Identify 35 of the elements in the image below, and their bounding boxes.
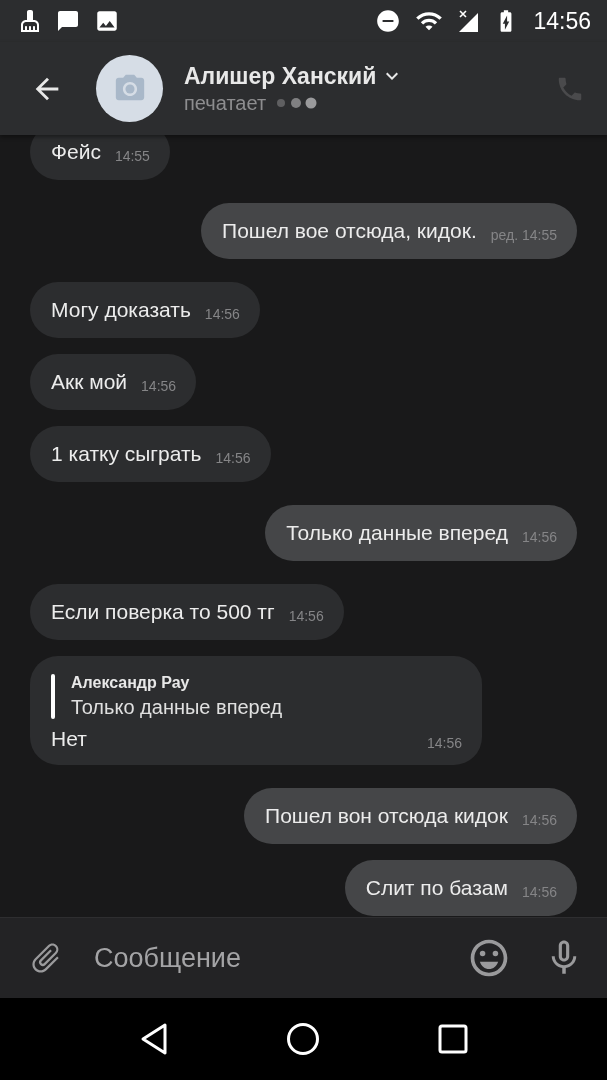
recents-nav-icon[interactable] — [438, 1024, 469, 1054]
message-text: Могу доказать — [51, 297, 191, 323]
message-text: Акк мой — [51, 369, 128, 395]
cellular-signal-icon — [457, 9, 480, 33]
typing-status: печатает — [184, 91, 267, 115]
typing-dots-icon — [276, 97, 319, 109]
message-time: 14:56 — [521, 812, 557, 828]
message-text: Слит по базам — [365, 875, 508, 901]
message-time: 14:56 — [521, 529, 557, 545]
image-icon — [94, 8, 120, 34]
message-time: 14:56 — [521, 884, 557, 900]
message-input[interactable]: Сообщение — [86, 933, 455, 983]
quoted-author: Александр Рау — [71, 674, 191, 692]
message-time: ред. 14:55 — [490, 227, 557, 243]
message-time: 14:56 — [426, 735, 462, 751]
message-time: 14:56 — [141, 378, 177, 394]
do-not-disturb-icon — [375, 8, 402, 34]
message-time: 14:56 — [215, 450, 251, 466]
message-time: 14:55 — [114, 148, 150, 164]
message-time: 14:56 — [288, 608, 324, 624]
contact-name[interactable]: Алишер Ханский — [184, 62, 377, 90]
home-nav-icon[interactable] — [286, 1022, 321, 1056]
message-text: Фейс — [51, 139, 101, 165]
quoted-text: Только данные вперед — [71, 696, 283, 719]
message-text: 1 катку сыграть — [51, 441, 202, 467]
chat-bubble-icon — [56, 9, 80, 33]
message-text: Только данные вперед — [286, 520, 508, 546]
status-time: 14:56 — [533, 7, 591, 35]
message-composer[interactable]: Сообщение — [0, 917, 607, 998]
message-text: Пошел вон отсюда кидок — [265, 803, 508, 829]
broom-icon — [18, 9, 42, 33]
message-text: Нет — [51, 726, 87, 752]
message-time: 14:56 — [204, 306, 240, 322]
message-text: Если поверка то 500 тг — [51, 599, 275, 625]
message-text: Пошел вое отсюда, кидок. — [222, 218, 477, 244]
